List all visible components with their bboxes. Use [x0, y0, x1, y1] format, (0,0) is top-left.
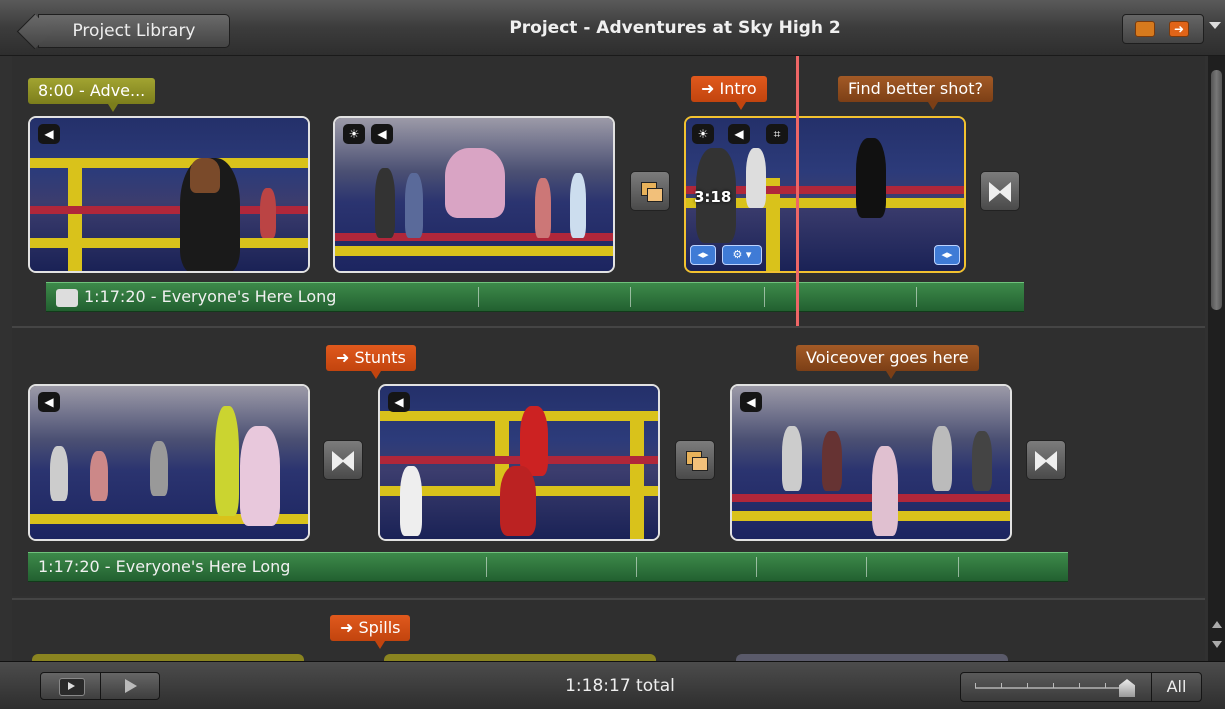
clip-trimmer-end-icon[interactable]: ◂▸ — [934, 245, 960, 265]
comment-marker-icon[interactable] — [1135, 21, 1155, 37]
zoom-slider-thumb[interactable] — [1119, 679, 1135, 697]
brightness-icon[interactable]: ☀ — [692, 124, 714, 144]
comment-marker[interactable]: Voiceover goes here — [796, 345, 979, 379]
zoom-all-button[interactable]: All — [1151, 673, 1201, 701]
clip-duration: 3:18 — [694, 188, 732, 206]
title-marker-label: 8:00 - Adve... — [38, 81, 146, 100]
video-clip[interactable]: ◀ — [28, 384, 310, 541]
imovie-project-window: Project Library Project - Adventures at … — [0, 0, 1225, 709]
video-clip[interactable] — [384, 654, 656, 661]
chevron-down-icon[interactable] — [1209, 22, 1221, 29]
chapter-marker-label: ➜ Intro — [701, 79, 757, 98]
chapter-marker-spills[interactable]: ➜ Spills — [330, 615, 411, 649]
chapter-marker-label: ➜ Stunts — [336, 348, 406, 367]
play-button[interactable] — [101, 673, 161, 699]
music-gear-icon[interactable] — [56, 288, 78, 307]
video-clip[interactable]: ☀ ◀ — [333, 116, 615, 273]
play-full-screen-button[interactable] — [41, 673, 101, 699]
project-library-button[interactable]: Project Library — [38, 14, 230, 48]
selected-video-clip[interactable]: ☀ ◀ ⌗ 3:18 ◂▸ ⚙ ▾ ◂▸ — [684, 116, 966, 273]
project-library-label: Project Library — [72, 21, 196, 41]
cross-dissolve-transition[interactable] — [630, 171, 670, 211]
title-marker[interactable]: 8:00 - Adve... — [28, 78, 156, 112]
comment-marker-label: Find better shot? — [848, 79, 983, 98]
zoom-slider[interactable] — [975, 683, 1133, 689]
marker-button-group: ➜ — [1122, 14, 1204, 44]
chapter-marker-stunts[interactable]: ➜ Stunts — [326, 345, 416, 379]
chapter-marker-intro[interactable]: ➜ Intro — [691, 76, 767, 110]
clip-thumbnail — [380, 386, 658, 539]
total-duration: 1:18:17 total — [565, 676, 675, 696]
video-clip[interactable] — [736, 654, 1008, 661]
audio-icon[interactable]: ◀ — [740, 392, 762, 412]
comment-marker[interactable]: Find better shot? — [838, 76, 993, 110]
storyboard-row-3 — [12, 600, 1205, 661]
clip-thumbnail — [30, 118, 308, 271]
playback-controls — [40, 672, 160, 700]
scroll-up-icon[interactable] — [1212, 621, 1222, 628]
video-clip[interactable] — [32, 654, 304, 661]
title-bar: Project Library Project - Adventures at … — [0, 0, 1225, 56]
transition-icon[interactable] — [323, 440, 363, 480]
audio-icon[interactable]: ◀ — [728, 124, 750, 144]
background-music-track[interactable]: 1:17:20 - Everyone's Here Long — [46, 282, 1024, 312]
clip-thumbnail — [30, 386, 308, 539]
playhead[interactable] — [796, 56, 799, 328]
brightness-icon[interactable]: ☀ — [343, 124, 365, 144]
video-clip[interactable]: ◀ — [378, 384, 660, 541]
scrollbar-thumb[interactable] — [1211, 70, 1222, 310]
video-clip[interactable]: ◀ — [730, 384, 1012, 541]
audio-icon[interactable]: ◀ — [38, 392, 60, 412]
audio-icon[interactable]: ◀ — [371, 124, 393, 144]
chapter-marker-icon[interactable]: ➜ — [1169, 21, 1189, 37]
cross-dissolve-transition[interactable] — [675, 440, 715, 480]
transition-icon[interactable] — [1026, 440, 1066, 480]
comment-marker-label: Voiceover goes here — [806, 348, 969, 367]
project-title: Project - Adventures at Sky High 2 — [509, 18, 841, 38]
scroll-down-icon[interactable] — [1212, 641, 1222, 648]
video-clip[interactable]: ◀ — [28, 116, 310, 273]
music-title: 1:17:20 - Everyone's Here Long — [84, 287, 337, 306]
background-music-track[interactable]: 1:17:20 - Everyone's Here Long — [28, 552, 1068, 582]
bottom-toolbar: 1:18:17 total All — [0, 661, 1225, 709]
vertical-scrollbar[interactable] — [1208, 56, 1225, 661]
zoom-control: All — [960, 672, 1202, 702]
gear-menu-icon[interactable]: ⚙ ▾ — [722, 245, 762, 265]
audio-icon[interactable]: ◀ — [388, 392, 410, 412]
audio-icon[interactable]: ◀ — [38, 124, 60, 144]
chapter-marker-label: ➜ Spills — [340, 618, 401, 637]
crop-icon[interactable]: ⌗ — [766, 124, 788, 144]
transition-icon[interactable] — [980, 171, 1020, 211]
clip-thumbnail — [732, 386, 1010, 539]
clip-trimmer-start-icon[interactable]: ◂▸ — [690, 245, 716, 265]
music-title: 1:17:20 - Everyone's Here Long — [38, 557, 291, 576]
